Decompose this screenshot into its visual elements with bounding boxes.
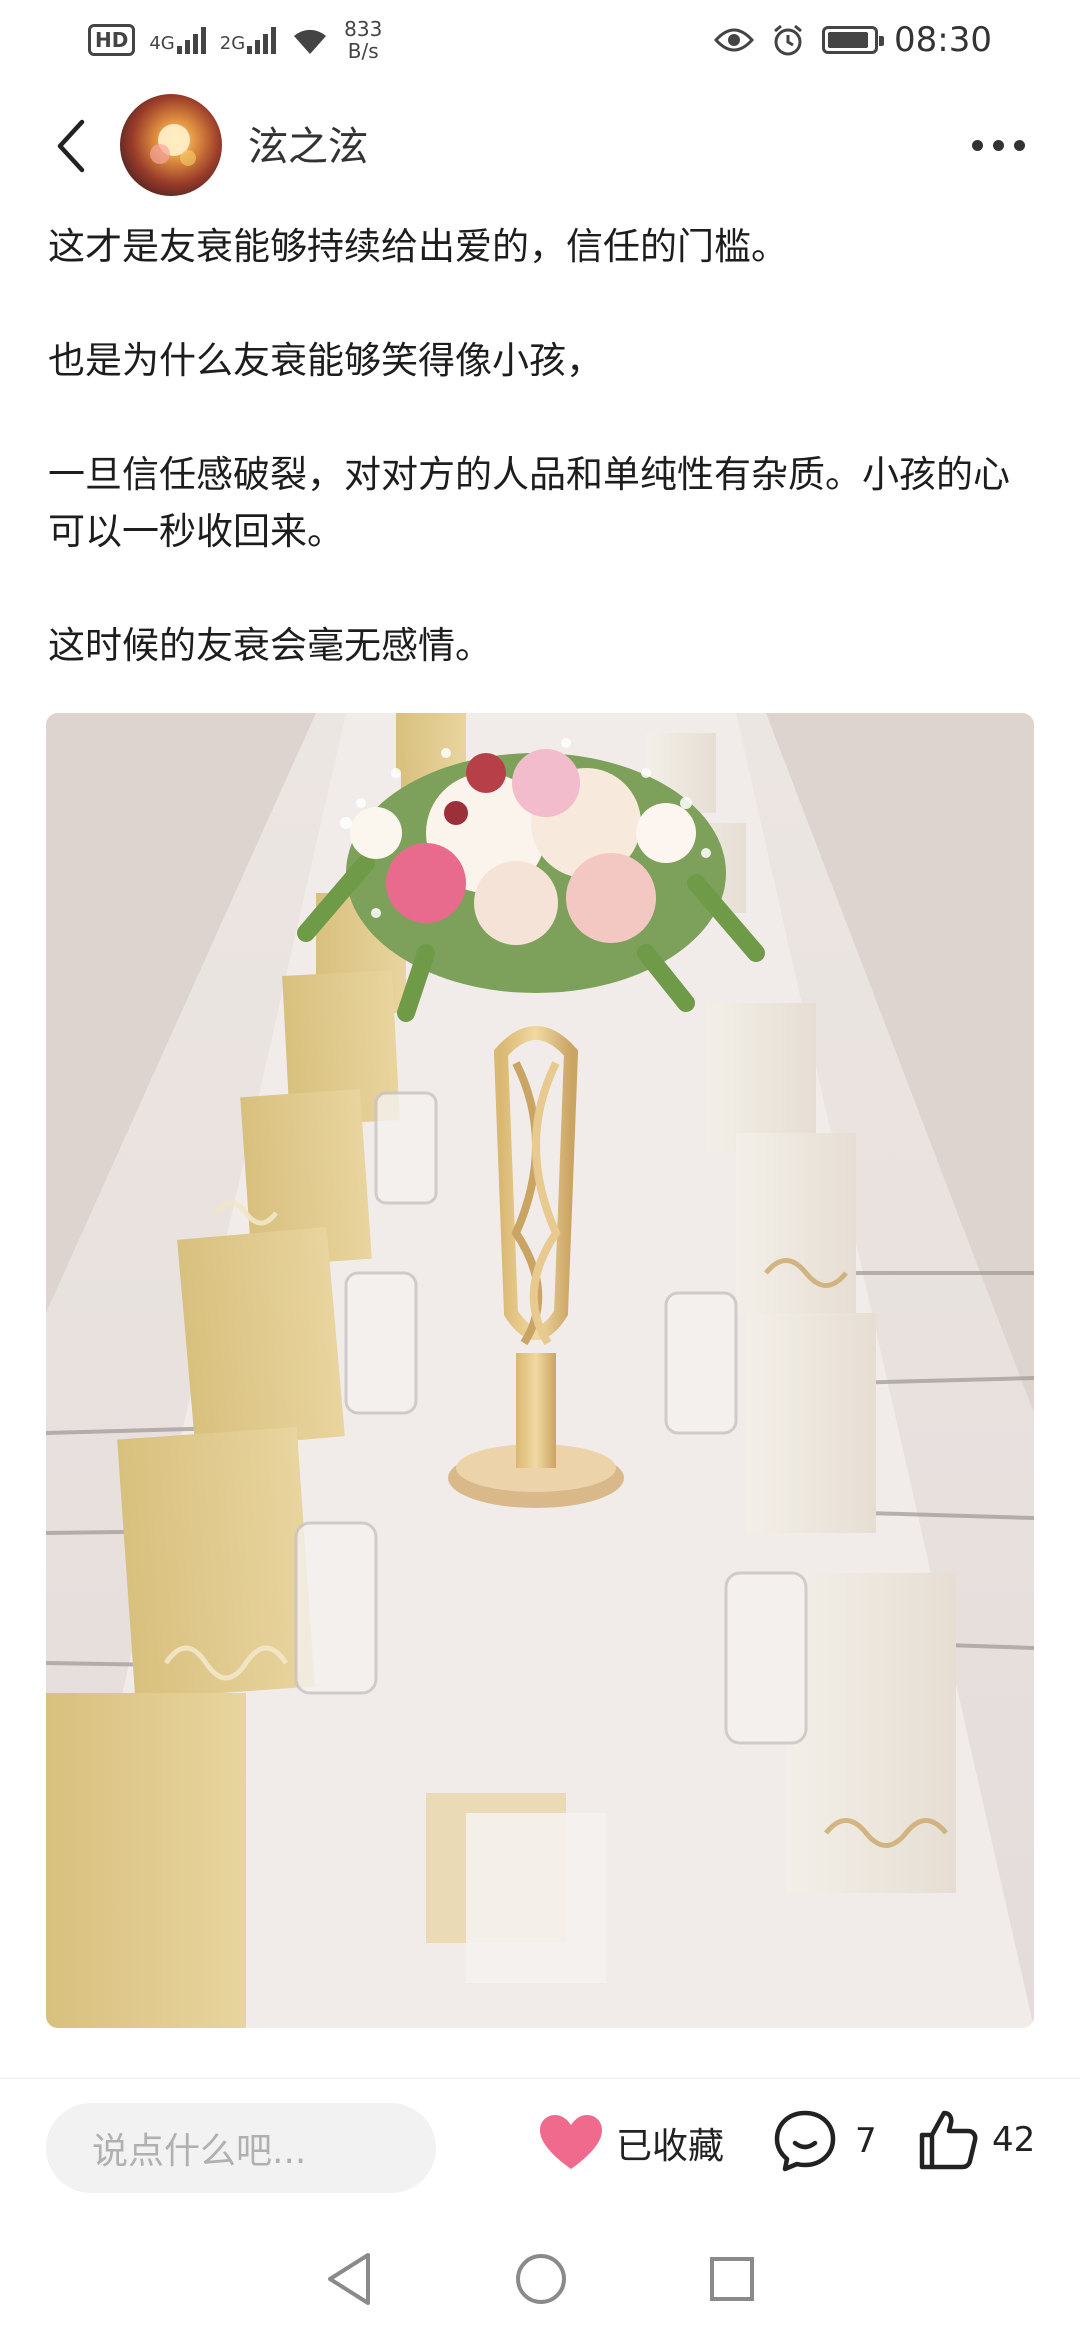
signal-2g-icon: 2G [219,26,277,54]
more-options-button[interactable] [972,130,1032,160]
favorite-button[interactable]: 已收藏 [540,2115,724,2171]
more-dot-icon [972,139,983,151]
author-name[interactable]: 泫之泫 [248,114,368,172]
status-right: 08:30 [714,20,992,60]
hd-indicator: HD [88,24,136,56]
post-paragraph: 一旦信任感破裂，对对方的人品和单纯性有杂质。小孩的心可以一秒收回来。 [48,453,1010,553]
network-rate: 833 B/s [344,18,382,62]
author-avatar[interactable] [120,94,222,196]
post-paragraph: 这时候的友衰会毫无感情。 [48,624,492,667]
network-rate-unit: B/s [347,39,379,63]
thumbs-up-icon [919,2110,978,2170]
back-button[interactable] [48,116,96,176]
more-dot-icon [1014,139,1025,151]
network-4g-label: 4G [149,33,175,54]
post-header: 泫之泫 [0,90,1080,200]
table-setting-illustration [46,713,1034,2028]
clock: 08:30 [894,20,992,60]
wifi-icon [294,29,327,54]
post-image[interactable] [46,713,1034,2028]
nav-back-icon[interactable] [324,2251,374,2307]
more-dot-icon [993,139,1004,151]
comment-button[interactable]: 7 [773,2109,877,2173]
bottom-action-bar: 说点什么吧... 已收藏 7 42 [0,2078,1080,2218]
comment-count: 7 [855,2121,877,2161]
system-nav-bar [0,2218,1080,2340]
status-bar: HD 4G 2G 833 B/s 08:30 [0,0,1080,80]
alarm-icon [774,24,802,56]
nav-home-icon[interactable] [514,2252,568,2306]
post-paragraph: 也是为什么友衰能够笑得像小孩， [48,339,603,382]
network-2g-label: 2G [219,33,246,54]
favorite-label: 已收藏 [616,2126,725,2167]
post-paragraph: 这才是友衰能够持续给出爱的，信任的门槛。 [48,225,788,268]
signal-4g-icon: 4G [149,26,206,54]
heart-icon [540,2115,602,2169]
like-button[interactable]: 42 [918,2109,1035,2171]
avatar-image [150,124,196,166]
post-content: 这才是友衰能够持续给出爱的，信任的门槛。 也是为什么友衰能够笑得像小孩， 一旦信… [48,218,1038,731]
like-count: 42 [992,2120,1036,2160]
nav-recents-icon[interactable] [708,2255,756,2303]
comment-icon [774,2110,836,2172]
eye-icon [714,28,755,52]
network-rate-value: 833 [344,17,383,41]
status-left: HD 4G 2G 833 B/s [88,18,382,62]
battery-icon [822,26,885,54]
comment-input[interactable]: 说点什么吧... [46,2103,436,2193]
